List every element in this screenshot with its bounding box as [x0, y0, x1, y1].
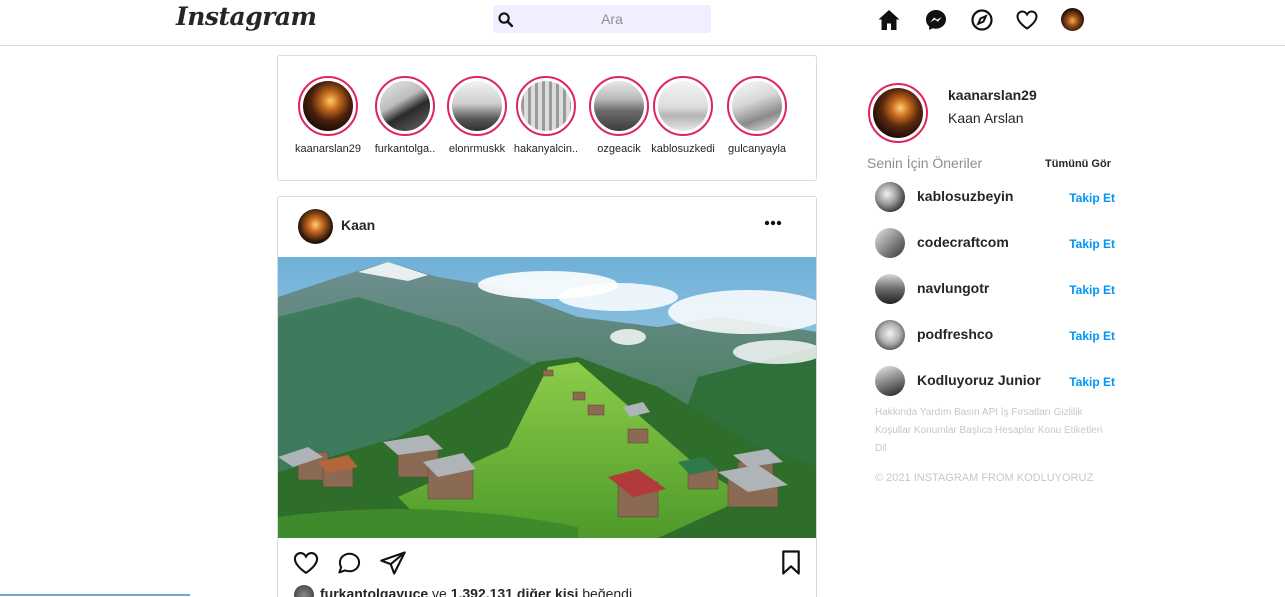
bookmark-icon[interactable] [780, 549, 802, 576]
my-full-name: Kaan Arslan [948, 110, 1024, 126]
story-ring [375, 76, 435, 136]
likes-connector: ve [432, 585, 447, 597]
more-options-icon[interactable] [764, 219, 782, 227]
messenger-icon[interactable] [924, 8, 948, 32]
suggestion-item: kablosuzbeyin Takip Et [875, 182, 1115, 212]
story-ring [447, 76, 507, 136]
follow-button[interactable]: Takip Et [1069, 283, 1115, 297]
story-avatar [521, 81, 571, 131]
suggestion-item: Kodluyoruz Junior Takip Et [875, 366, 1115, 396]
home-icon[interactable] [877, 8, 901, 32]
story-avatar [594, 81, 644, 131]
feed-post: Kaan furkantolgayuce ve 1.392.131 diğer … [277, 196, 817, 597]
story-ring [727, 76, 787, 136]
suggestions-title: Senin İçin Öneriler [867, 155, 983, 171]
story-avatar [658, 81, 708, 131]
liker-username[interactable]: furkantolgayuce [320, 586, 428, 597]
explore-icon[interactable] [970, 8, 994, 32]
story-username: kablosuzkedi [651, 143, 715, 155]
share-icon[interactable] [379, 549, 407, 577]
story-item[interactable]: ozgeacik [584, 76, 654, 155]
post-author-avatar[interactable] [298, 209, 333, 244]
story-avatar [303, 81, 353, 131]
story-avatar [452, 81, 502, 131]
suggestion-item: podfreshco Takip Et [875, 320, 1115, 350]
story-username: elonrmuskk [448, 143, 506, 155]
comment-icon[interactable] [336, 549, 363, 576]
story-ring [298, 76, 358, 136]
suggestion-username[interactable]: navlungotr [917, 280, 989, 296]
suggestion-item: navlungotr Takip Et [875, 274, 1115, 304]
story-avatar [732, 81, 782, 131]
likes-summary: furkantolgayuce ve 1.392.131 diğer kişi … [294, 585, 632, 597]
post-author-username[interactable]: Kaan [341, 217, 375, 233]
stories-tray: kaanarslan29 furkantolga.. elonrmuskk ha… [277, 55, 817, 181]
story-item[interactable]: kaanarslan29 [293, 76, 363, 155]
story-item[interactable]: kablosuzkedi [648, 76, 718, 155]
liker-avatar [294, 585, 314, 597]
story-item[interactable]: elonrmuskk [442, 76, 512, 155]
follow-button[interactable]: Takip Et [1069, 329, 1115, 343]
suggestion-avatar[interactable] [875, 366, 905, 396]
search-box[interactable] [493, 5, 711, 33]
profile-avatar[interactable] [1061, 8, 1084, 31]
copyright-text: © 2021 INSTAGRAM FROM KODLUYORUZ [875, 472, 1094, 484]
story-avatar [380, 81, 430, 131]
story-ring [589, 76, 649, 136]
story-username: hakanyalcin.. [513, 143, 579, 155]
heart-icon[interactable] [1015, 8, 1039, 32]
story-username: furkantolga.. [374, 143, 436, 155]
search-icon [498, 12, 514, 28]
suggestion-avatar[interactable] [875, 320, 905, 350]
likes-suffix: beğendi [582, 585, 633, 597]
like-icon[interactable] [292, 549, 320, 577]
footer-links[interactable]: Hakkında Yardım Basın API İş Fırsatları … [875, 404, 1115, 458]
story-username: ozgeacik [597, 143, 641, 155]
story-username: gulcanyayla [727, 143, 787, 155]
my-profile-avatar[interactable] [868, 83, 928, 143]
suggestion-username[interactable]: podfreshco [917, 326, 993, 342]
likes-count[interactable]: 1.392.131 diğer kişi [451, 586, 579, 597]
story-ring [516, 76, 576, 136]
suggestion-avatar[interactable] [875, 274, 905, 304]
follow-button[interactable]: Takip Et [1069, 237, 1115, 251]
story-ring [653, 76, 713, 136]
top-navigation-bar: Instagram [0, 0, 1285, 46]
story-item[interactable]: gulcanyayla [722, 76, 792, 155]
suggestion-username[interactable]: kablosuzbeyin [917, 188, 1013, 204]
search-input[interactable] [517, 5, 707, 33]
suggestion-avatar[interactable] [875, 182, 905, 212]
suggestion-item: codecraftcom Takip Et [875, 228, 1115, 258]
instagram-logo[interactable]: Instagram [176, 2, 317, 31]
suggestion-username[interactable]: codecraftcom [917, 234, 1009, 250]
story-username: kaanarslan29 [294, 143, 362, 155]
follow-button[interactable]: Takip Et [1069, 191, 1115, 205]
suggestion-username[interactable]: Kodluyoruz Junior [917, 372, 1041, 388]
story-item[interactable]: hakanyalcin.. [511, 76, 581, 155]
story-item[interactable]: furkantolga.. [370, 76, 440, 155]
see-all-link[interactable]: Tümünü Gör [1045, 158, 1111, 170]
follow-button[interactable]: Takip Et [1069, 375, 1115, 389]
suggestion-avatar[interactable] [875, 228, 905, 258]
my-username[interactable]: kaanarslan29 [948, 87, 1037, 103]
post-image[interactable] [278, 257, 817, 538]
bottom-scroll-indicator [0, 594, 190, 596]
my-avatar-image [873, 88, 923, 138]
